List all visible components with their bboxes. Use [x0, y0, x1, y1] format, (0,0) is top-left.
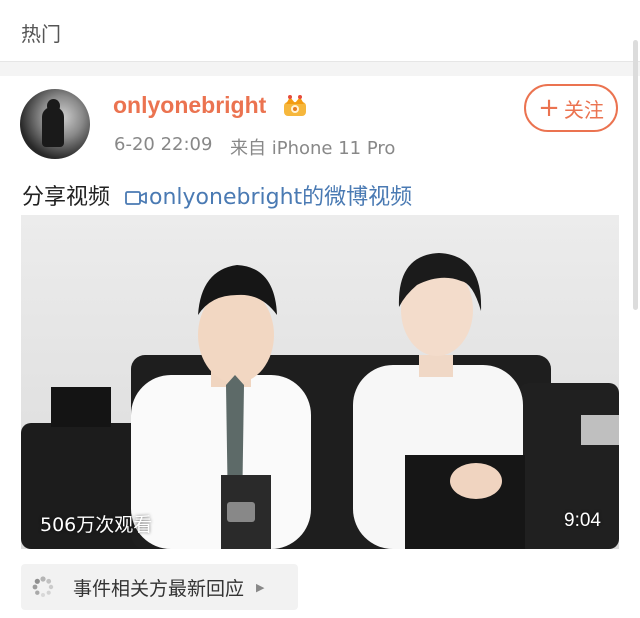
post-timestamp: 6-20 22:09	[114, 134, 213, 155]
loading-spinner-icon	[32, 576, 54, 597]
video-duration: 9:04	[564, 510, 601, 531]
follow-label: 关注	[563, 97, 604, 122]
section-divider	[0, 62, 640, 76]
header-title: 热门	[21, 22, 61, 46]
post-username[interactable]: onlyonebright	[113, 92, 266, 119]
post-text-prefix: 分享视频	[22, 185, 111, 210]
post-body: 分享视频 onlyonebright的微博视频	[22, 179, 412, 211]
chevron-right-icon: ▶	[256, 580, 265, 594]
plus-icon: +	[538, 93, 560, 123]
video-view-count: 506万次观看	[40, 514, 153, 536]
weibo-post-card: onlyonebright 6-20 22:09 来自 iPhone 11 Pr…	[0, 76, 640, 618]
video-player[interactable]: 506万次观看 9:04	[21, 215, 619, 549]
scrollbar[interactable]	[633, 40, 638, 310]
follow-button[interactable]: + 关注	[524, 84, 618, 132]
avatar[interactable]	[20, 89, 90, 159]
video-link[interactable]: onlyonebright的微博视频	[149, 185, 412, 210]
event-chip-label: 事件相关方最新回应	[73, 577, 245, 600]
video-thumbnail	[21, 215, 619, 549]
top-header: 热门	[0, 0, 640, 62]
post-source: 来自 iPhone 11 Pro	[230, 138, 396, 159]
event-response-chip[interactable]: 事件相关方最新回应 ▶	[21, 564, 298, 610]
video-link-icon	[125, 191, 147, 205]
vip-crown-icon	[284, 95, 306, 116]
